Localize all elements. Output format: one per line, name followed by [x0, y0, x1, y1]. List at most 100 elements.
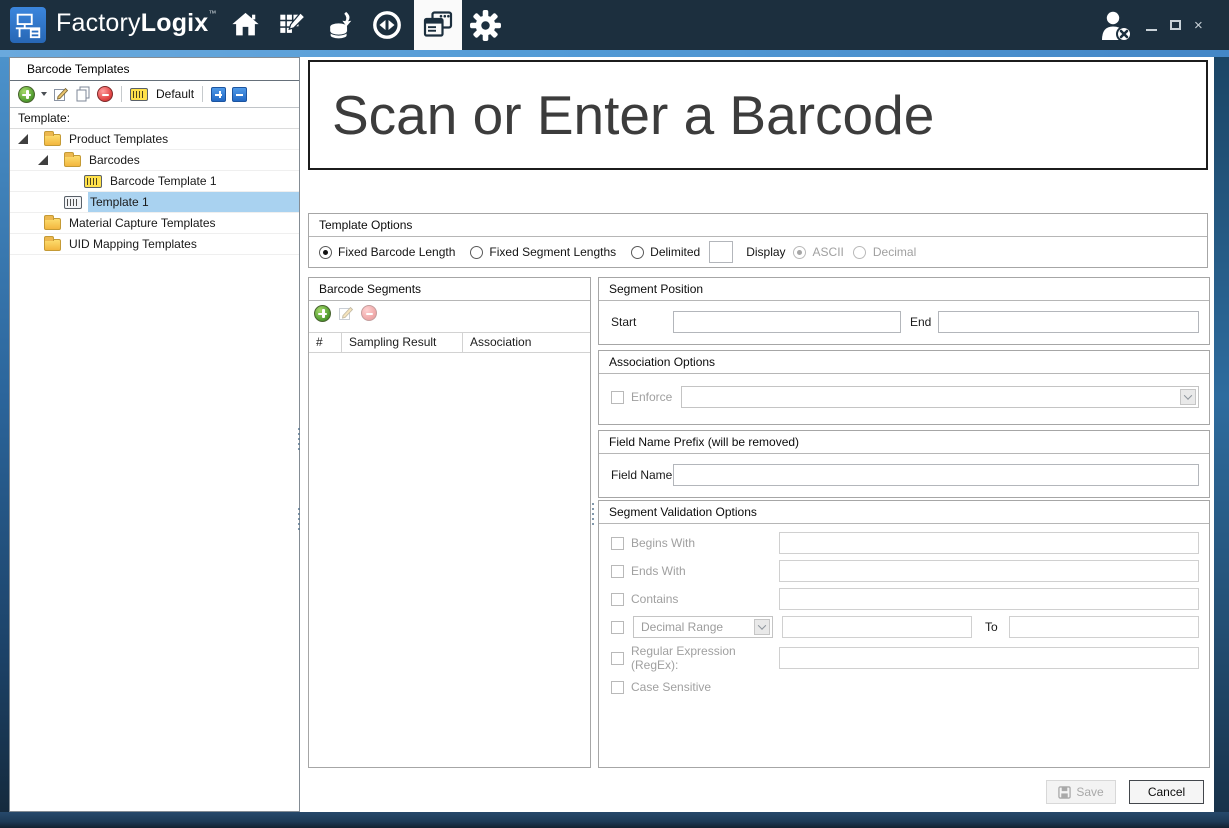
template-options-panel: Template Options Fixed Barcode Length Fi…: [308, 213, 1208, 268]
regex-label: Regular Expression (RegEx):: [631, 644, 779, 672]
brand-logix: Logix: [141, 9, 209, 37]
display-label: Display: [746, 245, 785, 259]
fixed-barcode-length-radio[interactable]: [319, 246, 332, 259]
tree-item-uid-mapping-templates[interactable]: UID Mapping Templates: [10, 234, 299, 255]
delimiter-input[interactable]: [709, 241, 733, 263]
barcode-templates-sidebar: Barcode Templates Default Template: Prod…: [9, 57, 300, 812]
combobox-dropdown-button: [1180, 389, 1196, 405]
add-segment-button[interactable]: [314, 305, 331, 322]
brand-wordmark: FactoryLogix™: [56, 9, 217, 38]
sidebar-splitter-grip[interactable]: [297, 508, 300, 530]
tree-item-barcodes[interactable]: Barcodes: [10, 150, 299, 171]
folder-icon: [44, 218, 61, 230]
panel-title: Template Options: [309, 214, 1207, 237]
maximize-button[interactable]: [1170, 20, 1181, 30]
start-label: Start: [611, 315, 673, 329]
copy-button[interactable]: [75, 86, 91, 102]
segments-table-header: # Sampling Result Association: [309, 332, 590, 353]
panel-title: Segment Position: [599, 278, 1209, 301]
barcode-prompt-text: Scan or Enter a Barcode: [332, 83, 934, 147]
title-bar: FactoryLogix™: [0, 0, 1229, 50]
edit-segment-button: [338, 305, 354, 321]
default-label: Default: [156, 87, 194, 101]
begins-with-checkbox: [611, 537, 624, 550]
field-name-input[interactable]: [673, 464, 1199, 486]
segments-splitter-grip[interactable]: [591, 503, 594, 525]
barcode-icon: [84, 175, 102, 188]
begins-with-label: Begins With: [631, 536, 779, 550]
tree-item-product-templates[interactable]: Product Templates: [10, 129, 299, 150]
add-button[interactable]: [18, 86, 35, 103]
edit-button[interactable]: [53, 86, 69, 102]
begins-with-input: [779, 532, 1199, 554]
contains-label: Contains: [631, 592, 779, 606]
column-header[interactable]: Sampling Result: [342, 333, 463, 352]
regex-input: [779, 647, 1199, 669]
range-to-input: [1009, 616, 1199, 638]
expander-icon[interactable]: [34, 155, 64, 165]
tree-item-material-capture-templates[interactable]: Material Capture Templates: [10, 213, 299, 234]
expand-all-button[interactable]: [211, 87, 226, 102]
barcode-segments-panel: Barcode Segments # Sampling Result Assoc…: [308, 277, 591, 768]
panel-title: Association Options: [599, 351, 1209, 374]
save-label: Save: [1076, 785, 1103, 799]
barcode-scan-input[interactable]: Scan or Enter a Barcode: [308, 60, 1208, 170]
accent-strip: [0, 50, 1229, 57]
combobox-dropdown-button: [754, 619, 770, 635]
field-name-prefix-panel: Field Name Prefix (will be removed) Fiel…: [598, 430, 1210, 498]
folder-icon: [44, 239, 61, 251]
case-sensitive-checkbox: [611, 681, 624, 694]
enforce-label: Enforce: [631, 390, 672, 404]
tree-item-barcode-template-1[interactable]: Barcode Template 1: [10, 171, 299, 192]
npi-grid-pencil-icon: [277, 10, 308, 40]
display-decimal-radio: [853, 246, 866, 259]
ends-with-input: [779, 560, 1199, 582]
tree-item-template-1[interactable]: Template 1: [10, 192, 299, 213]
chevron-down-icon: [1184, 391, 1192, 399]
column-header[interactable]: Association: [463, 333, 590, 352]
window-border-bottom: [0, 812, 1229, 828]
nav-home-button[interactable]: [222, 0, 269, 50]
segment-position-panel: Segment Position Start End: [598, 277, 1210, 345]
close-button[interactable]: ×: [1194, 18, 1203, 33]
start-input[interactable]: [673, 311, 901, 333]
delimited-radio[interactable]: [631, 246, 644, 259]
end-input[interactable]: [938, 311, 1199, 333]
cancel-button[interactable]: Cancel: [1129, 780, 1204, 804]
add-dropdown-caret[interactable]: [41, 92, 47, 96]
window-border-left: [0, 57, 9, 812]
contains-checkbox: [611, 593, 624, 606]
settings-gear-icon: [469, 9, 502, 42]
folder-icon: [64, 155, 81, 167]
fixed-segment-lengths-radio[interactable]: [470, 246, 483, 259]
column-header[interactable]: #: [309, 333, 342, 352]
tree-item-label: Material Capture Templates: [67, 213, 299, 233]
association-options-panel: Association Options Enforce: [598, 350, 1210, 425]
nav-templates-button[interactable]: [414, 0, 462, 50]
save-button: Save: [1046, 780, 1116, 804]
folder-icon: [44, 134, 61, 146]
barcode-icon: [64, 196, 82, 209]
trademark: ™: [208, 9, 216, 18]
radio-label: ASCII: [813, 245, 844, 259]
materials-database-icon: [325, 10, 356, 40]
user-logged-out-icon: [1100, 10, 1136, 42]
sidebar-splitter-grip[interactable]: [297, 428, 300, 450]
radio-label: Decimal: [873, 245, 916, 259]
nav-materials-button[interactable]: [317, 0, 364, 50]
minimize-button[interactable]: [1146, 29, 1157, 31]
brand-factory: Factory: [56, 9, 141, 37]
user-account-button[interactable]: [1100, 10, 1136, 42]
remove-button[interactable]: [97, 86, 113, 102]
nav-settings-button[interactable]: [462, 0, 509, 50]
toolbar-separator: [202, 86, 203, 102]
barcode-default-icon: [130, 88, 148, 101]
collapse-all-button[interactable]: [232, 87, 247, 102]
association-combobox: [681, 386, 1199, 408]
expander-icon[interactable]: [14, 134, 44, 144]
tree-item-label: Barcodes: [87, 150, 299, 170]
nav-production-button[interactable]: [363, 0, 410, 50]
toolbar-separator: [121, 86, 122, 102]
nav-npi-button[interactable]: [269, 0, 316, 50]
save-floppy-icon: [1058, 786, 1071, 799]
